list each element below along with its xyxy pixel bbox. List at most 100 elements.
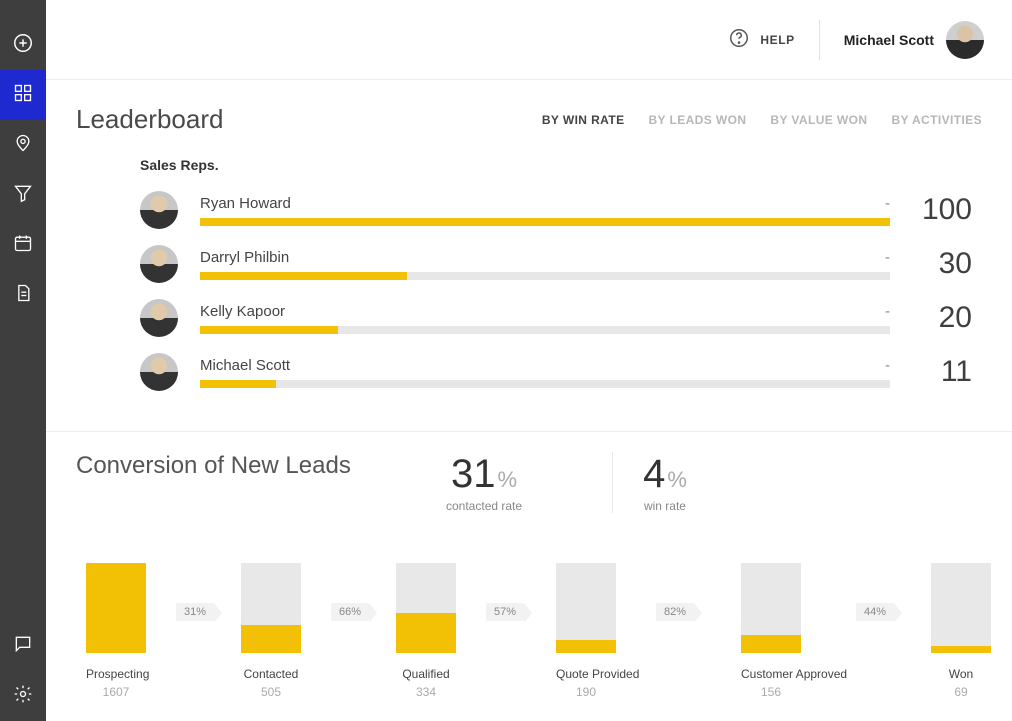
avatar xyxy=(140,299,178,337)
bar-fill xyxy=(200,326,338,334)
sidebar-item-filter[interactable] xyxy=(0,170,46,220)
funnel-stage-name: Contacted xyxy=(241,667,301,681)
leaderboard-list: Sales Reps. Ryan Howard - 100 xyxy=(76,157,982,391)
help-icon xyxy=(728,27,750,52)
funnel-stage: Qualified 334 xyxy=(396,563,456,699)
stat-value: 4 xyxy=(643,452,665,496)
sidebar-item-location[interactable] xyxy=(0,120,46,170)
rep-delta: - xyxy=(885,249,890,266)
gear-icon xyxy=(13,684,33,709)
stat-win-rate: 4% win rate xyxy=(612,452,717,513)
funnel-bar xyxy=(241,563,301,653)
pin-icon xyxy=(13,133,33,158)
leaderboard-section: Leaderboard BY WIN RATE BY LEADS WON BY … xyxy=(46,80,1012,417)
funnel-stage: Prospecting 1607 xyxy=(86,563,146,699)
stat-suffix: % xyxy=(498,467,518,492)
rep-value: 100 xyxy=(902,193,972,227)
bar-track xyxy=(200,326,890,334)
bar-fill xyxy=(200,218,890,226)
funnel-rate: 82% xyxy=(656,603,694,621)
funnel-fill xyxy=(556,640,616,654)
sidebar-item-settings[interactable] xyxy=(0,671,46,721)
user-name: Michael Scott xyxy=(844,32,934,48)
leaderboard-row: Michael Scott - 11 xyxy=(140,353,972,391)
funnel-chart: Prospecting 1607 31% Contacted 505 66% Q… xyxy=(76,563,982,721)
funnel-icon xyxy=(13,183,33,208)
funnel-stage-count: 69 xyxy=(931,685,991,699)
funnel-stage-count: 1607 xyxy=(86,685,146,699)
funnel-stage: Quote Provided 190 xyxy=(556,563,616,699)
stat-suffix: % xyxy=(667,467,687,492)
conversion-section: Conversion of New Leads 31% contacted ra… xyxy=(46,431,1012,721)
leaderboard-row: Kelly Kapoor - 20 xyxy=(140,299,972,337)
funnel-stage: Contacted 505 xyxy=(241,563,301,699)
leaderboard-subheading: Sales Reps. xyxy=(140,157,972,173)
conversion-header: Conversion of New Leads 31% contacted ra… xyxy=(76,452,982,513)
rep-delta: - xyxy=(885,303,890,320)
bar-track xyxy=(200,380,890,388)
funnel-stage-count: 505 xyxy=(241,685,301,699)
rep-delta: - xyxy=(885,195,890,212)
leaderboard-row: Darryl Philbin - 30 xyxy=(140,245,972,283)
sidebar-item-add[interactable] xyxy=(0,20,46,70)
funnel-stage-count: 334 xyxy=(396,685,456,699)
sidebar-item-chat[interactable] xyxy=(0,621,46,671)
topbar: HELP Michael Scott xyxy=(46,0,1012,80)
tab-win-rate[interactable]: BY WIN RATE xyxy=(542,113,625,127)
bar-fill xyxy=(200,272,407,280)
sidebar-item-calendar[interactable] xyxy=(0,220,46,270)
sidebar-item-docs[interactable] xyxy=(0,270,46,320)
tab-activities[interactable]: BY ACTIVITIES xyxy=(891,113,982,127)
funnel-bar xyxy=(931,563,991,653)
rep-name: Ryan Howard xyxy=(200,195,291,212)
funnel-rate: 57% xyxy=(486,603,524,621)
sidebar-item-dashboard[interactable] xyxy=(0,70,46,120)
funnel-bar xyxy=(86,563,146,653)
plus-circle-icon xyxy=(12,32,34,59)
funnel-stage-name: Customer Approved xyxy=(741,667,801,681)
rep-delta: - xyxy=(885,357,890,374)
avatar xyxy=(140,191,178,229)
chat-icon xyxy=(13,634,33,659)
funnel-bar xyxy=(396,563,456,653)
avatar xyxy=(140,353,178,391)
grid-icon xyxy=(13,83,33,108)
funnel-bar xyxy=(556,563,616,653)
bar-fill xyxy=(200,380,276,388)
leaderboard-title: Leaderboard xyxy=(76,104,223,135)
funnel-stage-count: 190 xyxy=(556,685,616,699)
rep-name: Kelly Kapoor xyxy=(200,303,285,320)
tab-leads-won[interactable]: BY LEADS WON xyxy=(648,113,746,127)
rep-name: Darryl Philbin xyxy=(200,249,289,266)
funnel-stage-name: Won xyxy=(931,667,991,681)
document-icon xyxy=(13,283,33,308)
stat-contacted-rate: 31% contacted rate xyxy=(416,452,552,513)
stat-value: 31 xyxy=(451,452,496,496)
divider xyxy=(819,20,820,60)
funnel-stage-name: Quote Provided xyxy=(556,667,616,681)
sidebar xyxy=(0,0,46,721)
rep-value: 11 xyxy=(902,355,972,389)
help-button[interactable]: HELP xyxy=(728,27,794,52)
funnel-fill xyxy=(396,613,456,654)
funnel-rate: 44% xyxy=(856,603,894,621)
funnel-rate: 31% xyxy=(176,603,214,621)
tab-value-won[interactable]: BY VALUE WON xyxy=(770,113,867,127)
bar-track xyxy=(200,218,890,226)
leaderboard-tabs: BY WIN RATE BY LEADS WON BY VALUE WON BY… xyxy=(542,113,982,127)
funnel-bar xyxy=(741,563,801,653)
leaderboard-row: Ryan Howard - 100 xyxy=(140,191,972,229)
funnel-fill xyxy=(741,635,801,653)
funnel-stage-count: 156 xyxy=(741,685,801,699)
stat-label: contacted rate xyxy=(446,499,522,513)
user-menu[interactable]: Michael Scott xyxy=(844,21,984,59)
rep-value: 30 xyxy=(902,247,972,281)
avatar xyxy=(140,245,178,283)
main-content: HELP Michael Scott Leaderboard BY WIN RA… xyxy=(46,0,1012,721)
help-label: HELP xyxy=(760,33,794,47)
conversion-title: Conversion of New Leads xyxy=(76,452,356,480)
calendar-icon xyxy=(13,233,33,258)
rep-name: Michael Scott xyxy=(200,357,290,374)
avatar xyxy=(946,21,984,59)
stat-label: win rate xyxy=(643,499,687,513)
